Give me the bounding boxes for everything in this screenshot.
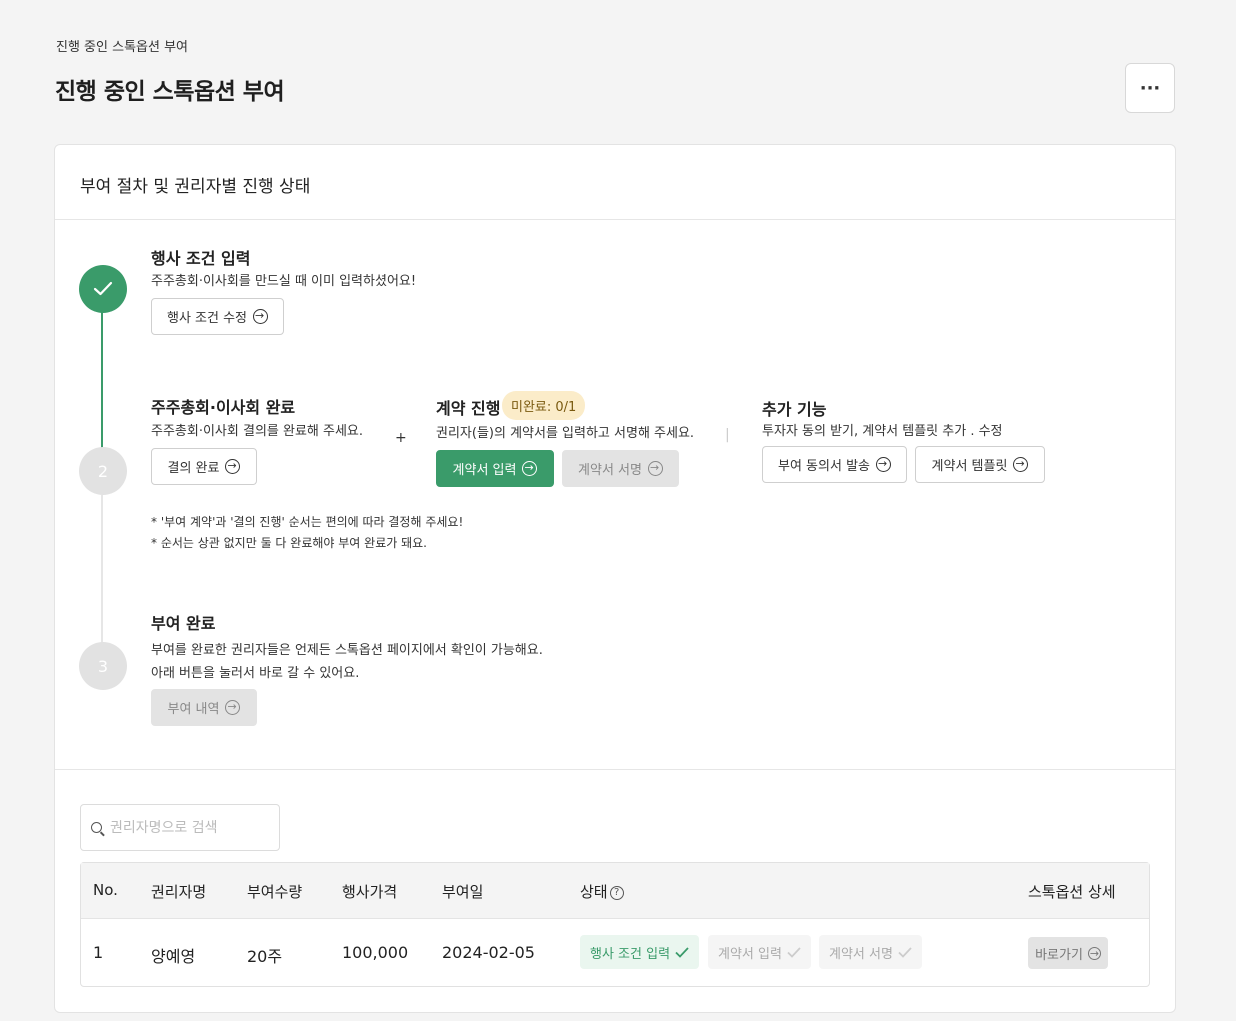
help-icon[interactable]: ? [609,885,624,900]
contract-status-badge: 미완료: 0/1 [502,391,586,420]
order-note-1: * '부여 계약'과 '결의 진행' 순서는 편의에 따라 결정해 주세요! [151,515,464,529]
header-status: 상태? [580,881,624,902]
grant-history-button[interactable]: 부여 내역 [151,689,257,726]
contract-sign-label: 계약서 서명 [578,463,642,478]
cell-price: 100,000 [342,943,409,962]
card-title: 부여 절차 및 권리자별 진행 상태 [80,177,311,197]
arrow-right-circle-icon [225,457,241,475]
header-name: 권리자명 [151,883,207,901]
check-icon [898,946,912,958]
step3-title: 부여 완료 [151,614,216,633]
step1-desc: 주주총회·이사회를 만드실 때 이미 입력하셨어요! [151,274,417,289]
step2-number: 2 [79,447,127,495]
resolution-complete-label: 결의 완료 [167,461,220,476]
go-to-detail-button[interactable]: 바로가기 [1028,937,1108,969]
timeline-line-done [101,312,103,448]
contract-input-label: 계약서 입력 [452,463,517,478]
step3-number: 3 [79,642,127,690]
contract-sign-button[interactable]: 계약서 서명 [562,450,679,487]
resolution-title: 주주총회·이사회 완료 [151,398,296,417]
edit-exercise-terms-label: 행사 조건 수정 [166,311,248,326]
more-options-button[interactable]: ··· [1125,63,1175,113]
table-header: No. 권리자명 부여수량 행사가격 부여일 상태? 스톡옵션 상세 [81,863,1149,919]
header-quantity: 부여수량 [247,883,303,901]
cell-name: 양예영 [151,947,196,966]
header-price: 행사가격 [342,883,398,901]
arrow-right-circle-icon [522,459,538,477]
header-date: 부여일 [442,883,484,901]
status-exercise-terms-chip: 행사 조건 입력 [580,935,700,969]
step1-check-icon [79,265,127,313]
section-divider [55,769,1175,770]
cell-quantity: 20주 [247,947,283,966]
go-to-detail-label: 바로가기 [1035,947,1083,963]
step1-title: 행사 조건 입력 [151,249,251,268]
send-consent-button[interactable]: 부여 동의서 발송 [762,446,907,483]
header-status-label: 상태 [580,883,608,901]
progress-card: 부여 절차 및 권리자별 진행 상태 행사 조건 입력 주주총회·이사회를 만드… [54,144,1176,1013]
contract-desc: 권리자(들)의 계약서를 입력하고 서명해 주세요. [436,426,695,441]
check-icon [675,946,689,958]
contract-template-label: 계약서 템플릿 [931,459,1008,474]
grant-history-label: 부여 내역 [167,702,220,717]
search-icon [91,822,102,833]
card-header: 부여 절차 및 권리자별 진행 상태 [55,145,1175,220]
header-detail: 스톡옵션 상세 [1028,883,1116,901]
status-contract-sign-chip: 계약서 서명 [819,935,922,969]
arrow-right-circle-icon [1087,945,1101,963]
contract-title: 계약 진행 [436,399,501,418]
header-no: No. [93,881,118,899]
ellipsis-icon: ··· [1139,77,1161,99]
status-contract-sign-label: 계약서 서명 [829,946,893,962]
search-box[interactable] [80,804,280,851]
cell-date: 2024-02-05 [442,943,535,962]
status-exercise-terms-label: 행사 조건 입력 [590,946,671,962]
extra-features-title: 추가 기능 [762,400,827,419]
arrow-right-circle-icon [253,307,269,325]
arrow-right-circle-icon [225,698,241,716]
edit-exercise-terms-button[interactable]: 행사 조건 수정 [151,298,284,335]
extra-features-desc: 투자자 동의 받기, 계약서 템플릿 추가 . 수정 [762,424,1003,439]
cell-no: 1 [93,943,104,962]
arrow-right-circle-icon [647,459,663,477]
timeline-line-todo [101,495,103,647]
contract-input-button[interactable]: 계약서 입력 [436,450,554,487]
breadcrumb: 진행 중인 스톡옵션 부여 [56,40,188,55]
page-title: 진행 중인 스톡옵션 부여 [55,79,285,105]
status-contract-input-label: 계약서 입력 [718,946,782,962]
search-input[interactable] [110,819,270,836]
plus-sign: + [395,430,407,446]
contract-template-button[interactable]: 계약서 템플릿 [915,446,1045,483]
resolution-complete-button[interactable]: 결의 완료 [151,448,257,485]
check-icon [787,946,801,958]
section-separator: | [725,427,730,443]
send-consent-label: 부여 동의서 발송 [778,459,870,474]
status-contract-input-chip: 계약서 입력 [708,935,811,969]
step3-desc-2: 아래 버튼을 눌러서 바로 갈 수 있어요. [151,666,360,681]
order-note-2: * 순서는 상관 없지만 둘 다 완료해야 부여 완료가 돼요. [151,536,427,550]
grantee-table: No. 권리자명 부여수량 행사가격 부여일 상태? 스톡옵션 상세 1 양예영… [80,862,1150,987]
arrow-right-circle-icon [1013,455,1029,473]
arrow-right-circle-icon [876,455,891,473]
step3-desc-1: 부여를 완료한 권리자들은 언제든 스톡옵션 페이지에서 확인이 가능해요. [151,643,543,658]
resolution-desc: 주주총회·이사회 결의를 완료해 주세요. [151,424,364,439]
